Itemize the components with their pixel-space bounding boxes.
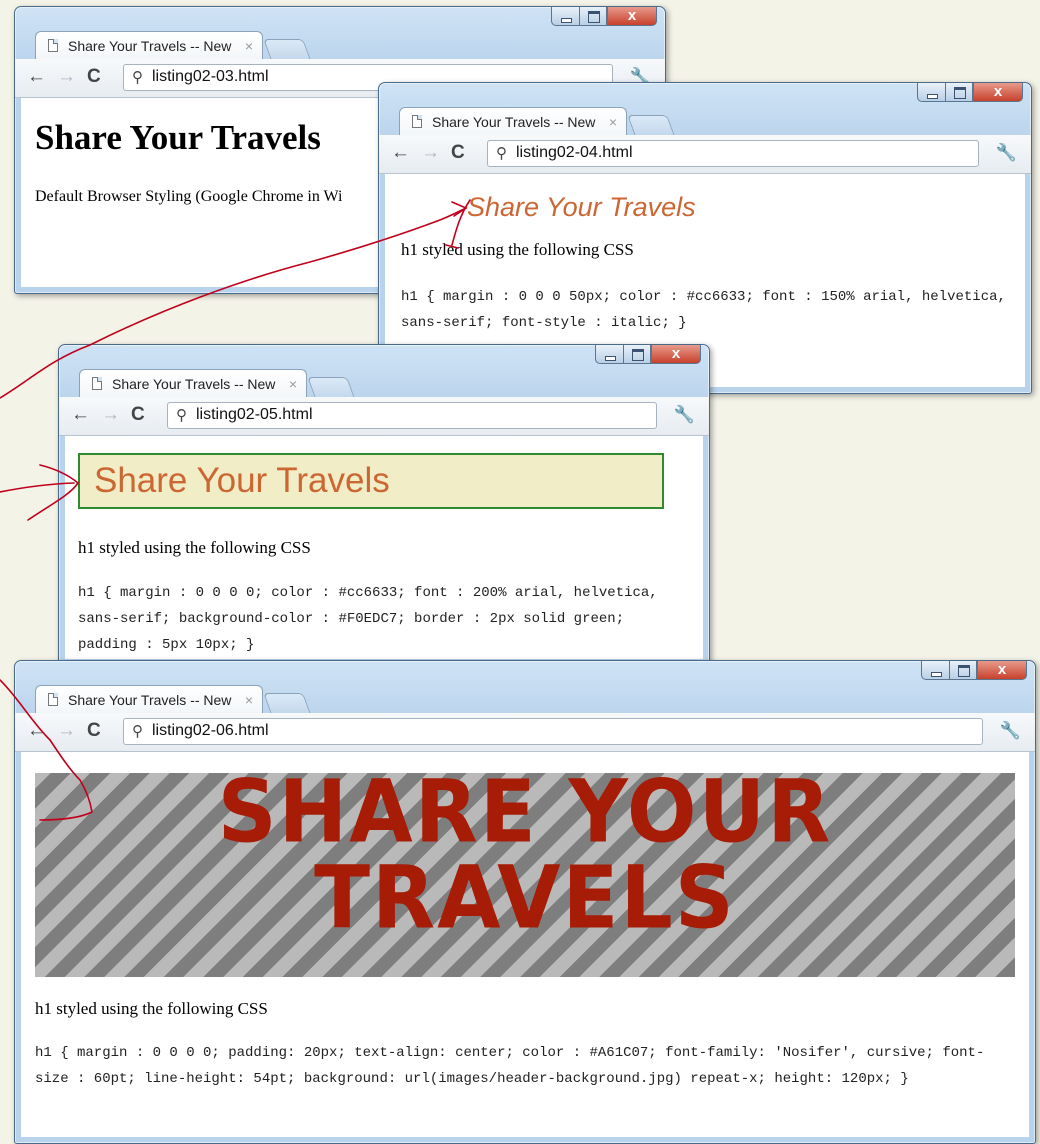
tab-close-icon[interactable]: × (245, 38, 253, 54)
browser-window-3: Share Your Travels -- New × x ← → C ⚲ li… (58, 344, 710, 666)
minimize-button[interactable] (921, 661, 949, 680)
reload-icon[interactable]: C (131, 404, 145, 426)
page-heading: SHARE YOUR TRAVELS (35, 762, 1015, 949)
browser-toolbar: ← → C ⚲ listing02-06.html 🔧 (15, 713, 1035, 752)
wrench-icon[interactable]: 🔧 (674, 405, 695, 425)
new-tab-button[interactable] (627, 115, 675, 136)
browser-toolbar: ← → C ⚲ listing02-04.html 🔧 (379, 135, 1031, 174)
url-text: listing02-03.html (152, 68, 269, 85)
tab-close-icon[interactable]: × (289, 376, 297, 392)
address-bar[interactable]: ⚲ listing02-05.html (167, 402, 657, 429)
tab-title: Share Your Travels -- New (68, 692, 232, 708)
css-code: h1 { margin : 0 0 0 0; padding: 20px; te… (35, 1045, 985, 1087)
reload-icon[interactable]: C (87, 720, 101, 742)
tab-title: Share Your Travels -- New (112, 376, 276, 392)
maximize-button[interactable] (579, 7, 607, 26)
tab-strip: Share Your Travels -- New × x (15, 661, 1035, 714)
tab-strip: Share Your Travels -- New × x (379, 83, 1031, 136)
forward-icon[interactable]: → (57, 720, 76, 742)
address-bar[interactable]: ⚲ listing02-06.html (123, 718, 983, 745)
page-content: Share Your Travels h1 styled using the f… (65, 436, 703, 659)
page-text: h1 styled using the following CSS (35, 999, 268, 1018)
page-icon (48, 39, 58, 52)
forward-icon[interactable]: → (101, 404, 120, 426)
tab-active[interactable]: Share Your Travels -- New × (35, 685, 263, 713)
tab-strip: Share Your Travels -- New × x (59, 345, 709, 398)
heading-line-1: SHARE YOUR (217, 762, 833, 863)
tab-active[interactable]: Share Your Travels -- New × (35, 31, 263, 59)
maximize-button[interactable] (945, 83, 973, 102)
forward-icon[interactable]: → (421, 142, 440, 164)
window-controls: x (917, 83, 1023, 103)
url-text: listing02-06.html (152, 722, 269, 739)
tab-title: Share Your Travels -- New (68, 38, 232, 54)
page-heading: Share Your Travels (35, 118, 321, 157)
close-button[interactable]: x (973, 83, 1023, 102)
page-heading: Share Your Travels (78, 453, 664, 509)
page-text: Default Browser Styling (Google Chrome i… (35, 188, 343, 205)
close-button[interactable]: x (651, 345, 701, 364)
reload-icon[interactable]: C (87, 66, 101, 88)
tab-close-icon[interactable]: × (245, 692, 253, 708)
search-icon: ⚲ (132, 723, 143, 740)
maximize-button[interactable] (949, 661, 977, 680)
window-controls: x (595, 345, 701, 365)
back-icon[interactable]: ← (71, 404, 90, 426)
back-icon[interactable]: ← (391, 142, 410, 164)
tab-title: Share Your Travels -- New (432, 114, 596, 130)
new-tab-button[interactable] (263, 693, 311, 714)
heading-line-2: TRAVELS (314, 848, 736, 949)
reload-icon[interactable]: C (451, 142, 465, 164)
forward-icon[interactable]: → (57, 66, 76, 88)
address-bar[interactable]: ⚲ listing02-04.html (487, 140, 979, 167)
browser-toolbar: ← → C ⚲ listing02-05.html 🔧 (59, 397, 709, 436)
close-button[interactable]: x (977, 661, 1027, 680)
page-icon (48, 693, 58, 706)
new-tab-button[interactable] (263, 39, 311, 60)
tab-active[interactable]: Share Your Travels -- New × (79, 369, 307, 397)
back-icon[interactable]: ← (27, 66, 46, 88)
tab-strip: Share Your Travels -- New × x (15, 7, 665, 60)
tab-close-icon[interactable]: × (609, 114, 617, 130)
page-icon (412, 115, 422, 128)
maximize-button[interactable] (623, 345, 651, 364)
minimize-button[interactable] (917, 83, 945, 102)
css-code: h1 { margin : 0 0 0 0; color : #cc6633; … (78, 585, 658, 653)
back-icon[interactable]: ← (27, 720, 46, 742)
wrench-icon[interactable]: 🔧 (996, 143, 1017, 163)
new-tab-button[interactable] (307, 377, 355, 398)
url-text: listing02-04.html (516, 144, 633, 161)
close-button[interactable]: x (607, 7, 657, 26)
page-text: h1 styled using the following CSS (78, 538, 311, 557)
page-text: h1 styled using the following CSS (401, 240, 634, 259)
wrench-icon[interactable]: 🔧 (1000, 721, 1021, 741)
css-code: h1 { margin : 0 0 0 50px; color : #cc663… (401, 289, 1006, 331)
window-controls: x (921, 661, 1027, 681)
page-content: SHARE YOUR TRAVELS h1 styled using the f… (21, 752, 1029, 1137)
window-controls: x (551, 7, 657, 27)
url-text: listing02-05.html (196, 406, 313, 423)
page-icon (92, 377, 102, 390)
search-icon: ⚲ (132, 69, 143, 86)
tab-active[interactable]: Share Your Travels -- New × (399, 107, 627, 135)
minimize-button[interactable] (551, 7, 579, 26)
browser-window-4: Share Your Travels -- New × x ← → C ⚲ li… (14, 660, 1036, 1144)
search-icon: ⚲ (496, 145, 507, 162)
page-heading: Share Your Travels (467, 192, 696, 222)
minimize-button[interactable] (595, 345, 623, 364)
search-icon: ⚲ (176, 407, 187, 424)
